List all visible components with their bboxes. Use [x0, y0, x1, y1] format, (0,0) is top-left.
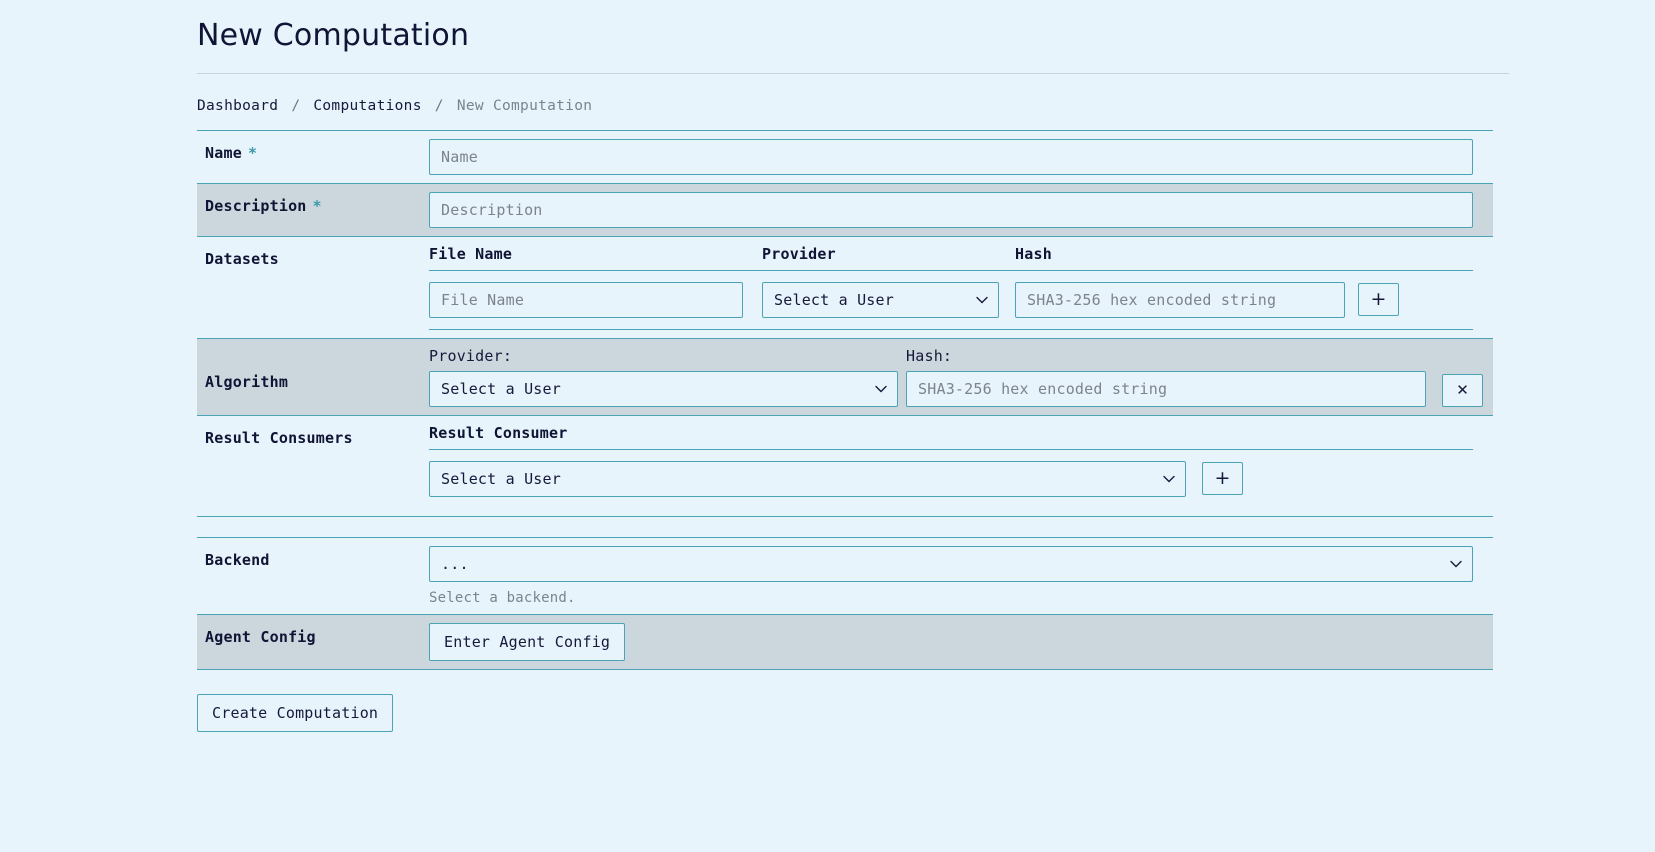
result-consumer-actions-cell: + — [1186, 462, 1243, 495]
breadcrumb-separator: / — [434, 97, 444, 114]
remove-algorithm-button[interactable]: ✕ — [1442, 373, 1483, 407]
name-required-icon: * — [247, 143, 258, 162]
algorithm-provider-select[interactable]: Select a User — [429, 370, 898, 407]
description-field-cell — [429, 184, 1493, 236]
datasets-label: Datasets — [205, 249, 279, 268]
datasets-label-cell: Datasets — [197, 237, 429, 338]
add-result-consumer-button[interactable]: + — [1202, 462, 1243, 495]
form-row-agent-config: Agent Config Enter Agent Config — [197, 614, 1493, 670]
form-row-description: Description * — [197, 183, 1493, 237]
form-row-name: Name * — [197, 130, 1493, 184]
description-required-icon: * — [312, 196, 322, 215]
algorithm-hash-group: Hash: — [898, 347, 1434, 407]
algorithm-hash-input[interactable] — [906, 370, 1426, 407]
column-header-hash: Hash — [1015, 244, 1052, 263]
backend-select[interactable]: ... — [429, 545, 1473, 582]
algorithm-provider-group: Provider: Select a User — [429, 347, 898, 407]
column-header-provider: Provider — [762, 244, 836, 263]
form-actions: Create Computation — [197, 670, 1509, 732]
breadcrumb-item-dashboard[interactable]: Dashboard — [197, 98, 278, 114]
form-row-backend: Backend ... Select a backend. — [197, 537, 1493, 615]
breadcrumb: Dashboard / Computations / New Computati… — [197, 74, 1509, 130]
datasets-table: File Name Provider Hash File Name Select… — [429, 245, 1473, 330]
algorithm-grid: Provider: Select a User Hash: SHA3-256 h… — [429, 347, 1493, 407]
datasets-table-header: File Name Provider Hash — [429, 245, 1473, 271]
name-field-cell — [429, 131, 1493, 183]
name-label: Name — [205, 143, 242, 162]
breadcrumb-separator: / — [291, 97, 301, 114]
form-row-algorithm: Algorithm Provider: Select a User Hash: … — [197, 338, 1493, 416]
column-header-result-consumer: Result Consumer — [429, 423, 568, 442]
dataset-provider-select-wrap: Select a User — [762, 281, 999, 318]
form-row-datasets: Datasets File Name Provider Hash File Na… — [197, 236, 1493, 339]
backend-label-cell: Backend — [197, 538, 429, 614]
result-consumers-label-cell: Result Consumers — [197, 416, 429, 516]
breadcrumb-item-current: New Computation — [456, 97, 593, 114]
page-content: New Computation Dashboard / Computations… — [197, 0, 1509, 732]
backend-select-wrap: ... — [429, 545, 1473, 582]
result-consumers-table-header: Result Consumer — [429, 424, 1473, 450]
description-label-cell: Description * — [197, 184, 429, 236]
agent-config-field-cell: Enter Agent Config — [429, 615, 1493, 669]
column-header-file-name: File Name — [429, 244, 513, 263]
result-consumers-label: Result Consumers — [205, 428, 353, 447]
computation-form: Name * Description * Datasets — [197, 129, 1493, 670]
form-row-result-consumers: Result Consumers Result Consumer Select … — [197, 415, 1493, 517]
algorithm-provider-select-wrap: Select a User — [429, 370, 898, 407]
dataset-actions-cell: + — [1345, 283, 1399, 316]
section-divider — [197, 516, 1493, 538]
result-consumers-field-cell: Result Consumer Select a User + — [429, 416, 1493, 516]
dataset-hash-cell — [1015, 281, 1345, 318]
backend-help-text: Select a backend. — [429, 589, 576, 606]
algorithm-hash-label: Hash: — [906, 346, 953, 365]
backend-label: Backend — [205, 550, 270, 569]
new-computation-page: New Computation Dashboard / Computations… — [0, 0, 1655, 852]
algorithm-label-cell: Algorithm — [197, 339, 429, 415]
algorithm-field-cell: Provider: Select a User Hash: SHA3-256 h… — [429, 339, 1493, 415]
backend-field-cell: ... Select a backend. — [429, 538, 1493, 614]
algorithm-provider-label: Provider: — [429, 346, 513, 365]
datasets-field-cell: File Name Provider Hash File Name Select… — [429, 237, 1493, 338]
result-consumer-select[interactable]: Select a User — [429, 460, 1186, 497]
dataset-hash-input[interactable] — [1015, 281, 1345, 318]
breadcrumb-item-computations[interactable]: Computations — [313, 98, 421, 114]
result-consumer-select-wrap: Select a User — [429, 460, 1186, 497]
dataset-file-name-cell — [429, 281, 762, 318]
page-title: New Computation — [197, 18, 470, 53]
description-label: Description — [205, 196, 307, 215]
dataset-provider-select[interactable]: Select a User — [762, 281, 999, 318]
name-input[interactable] — [429, 138, 1473, 175]
name-label-cell: Name * — [197, 131, 429, 183]
result-consumers-table-row: Select a User + — [429, 450, 1473, 508]
create-computation-button[interactable]: Create Computation — [197, 693, 394, 732]
algorithm-actions-cell: ✕ — [1434, 373, 1483, 407]
dataset-provider-cell: Select a User — [762, 281, 1015, 318]
datasets-table-row: Select a User — [429, 271, 1473, 330]
algorithm-label: Algorithm — [205, 372, 289, 391]
enter-agent-config-button[interactable]: Enter Agent Config — [429, 622, 626, 661]
dataset-file-name-input[interactable] — [429, 281, 743, 318]
agent-config-label-cell: Agent Config — [197, 615, 429, 669]
description-input[interactable] — [429, 191, 1473, 228]
add-dataset-button[interactable]: + — [1358, 283, 1399, 316]
result-consumers-table: Result Consumer Select a User + — [429, 424, 1473, 508]
agent-config-label: Agent Config — [205, 627, 316, 646]
